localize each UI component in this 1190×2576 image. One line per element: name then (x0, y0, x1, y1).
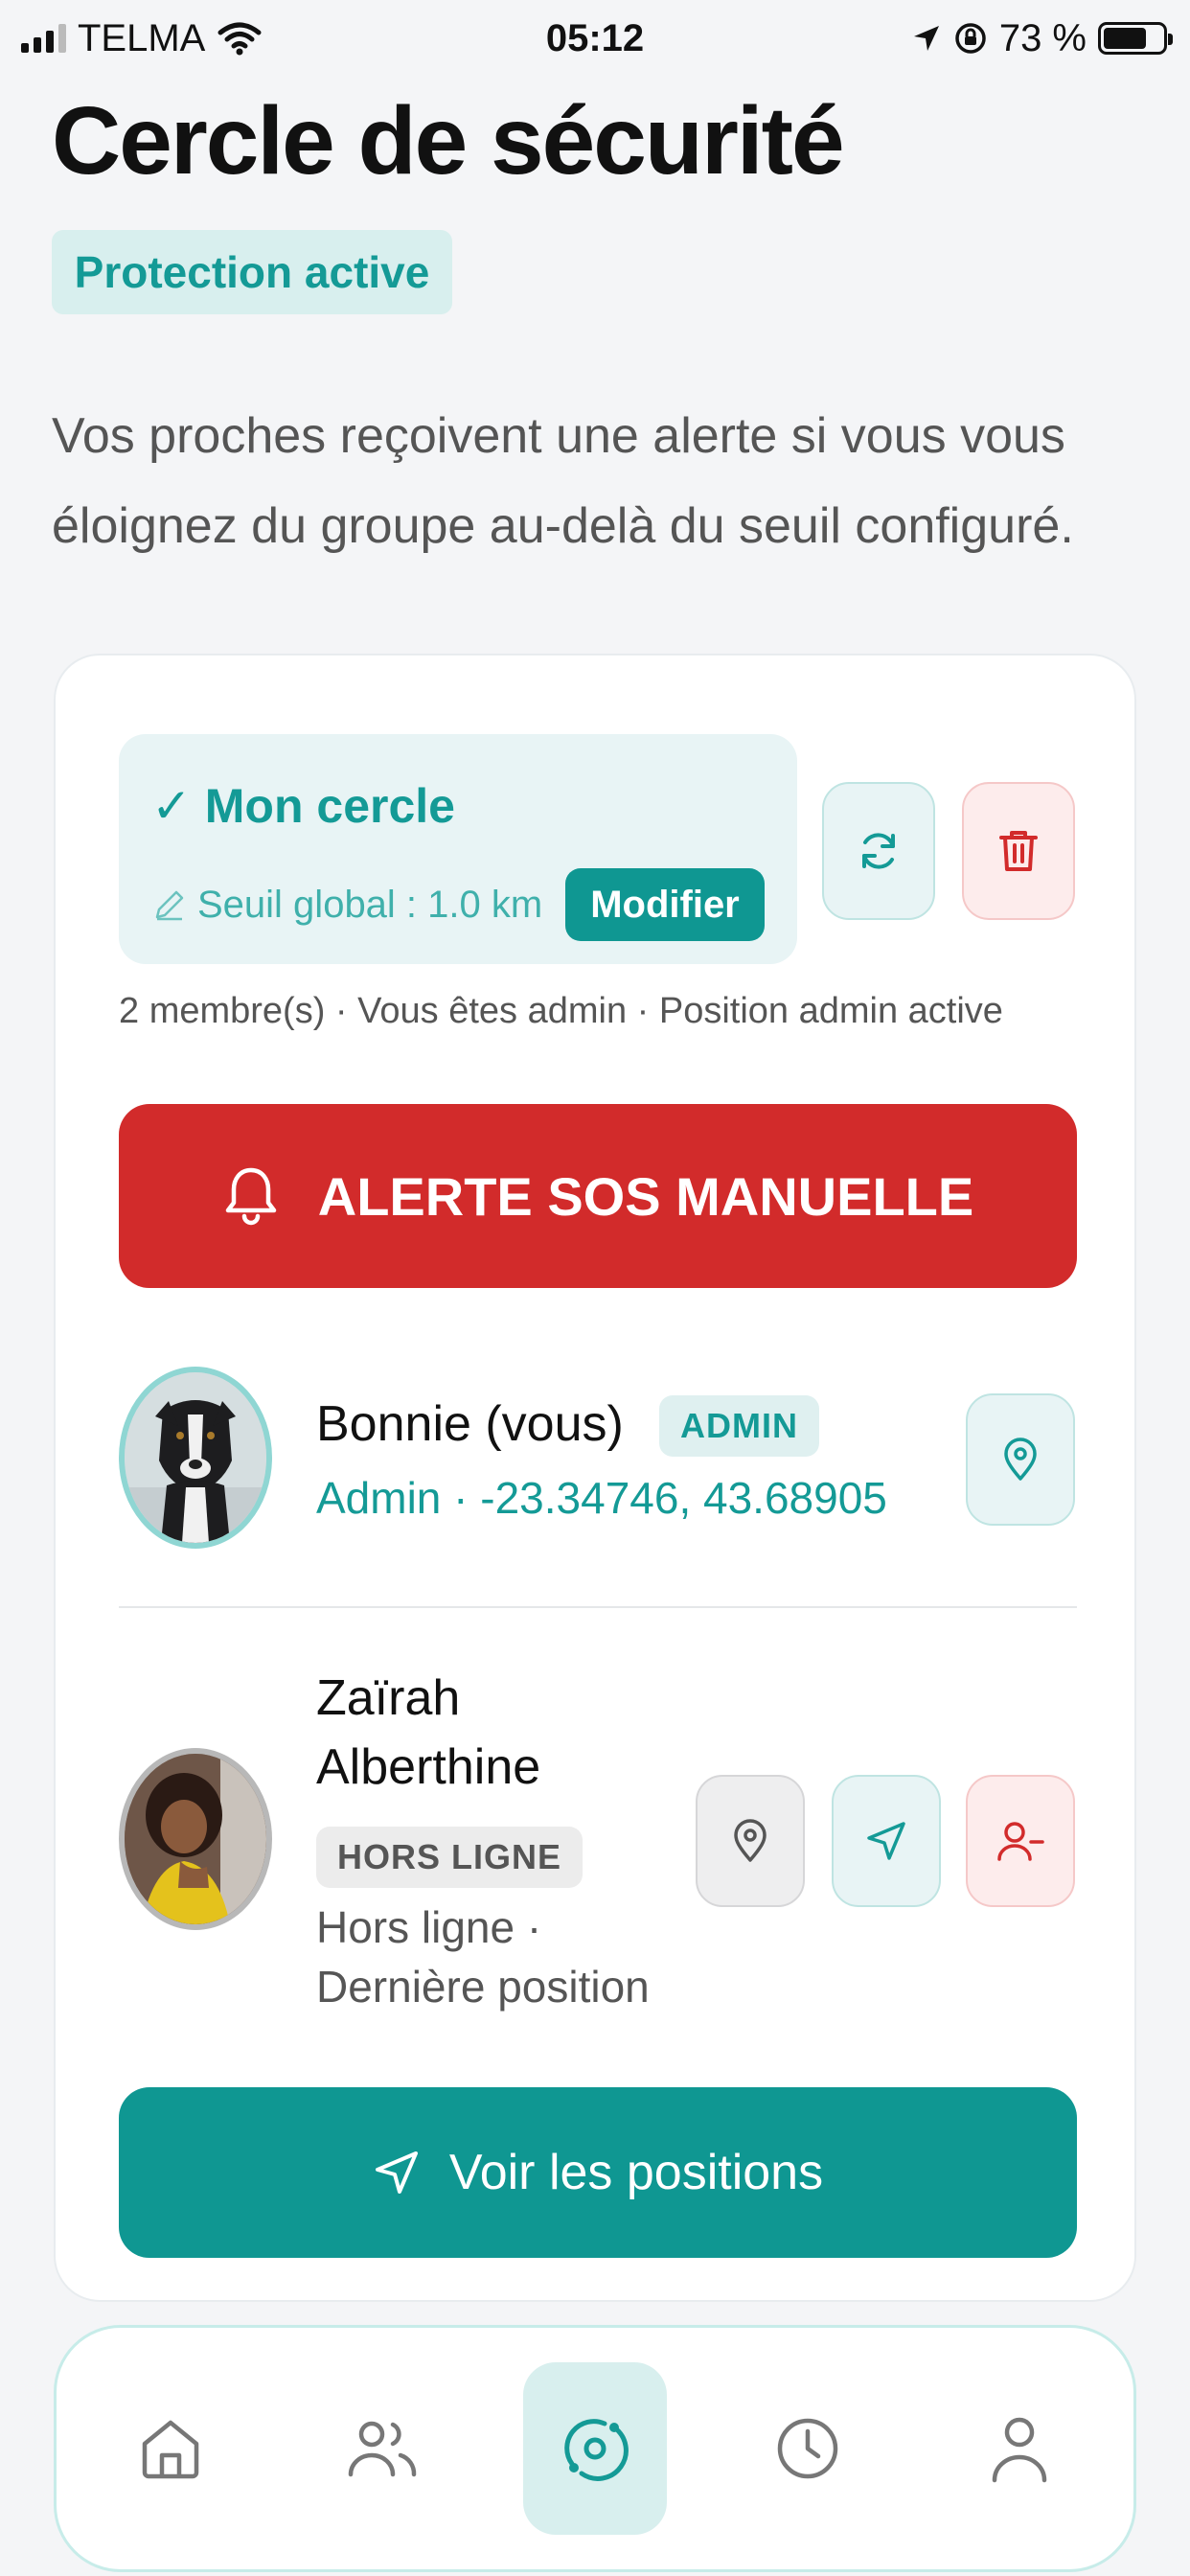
users-icon (348, 2421, 416, 2477)
offline-badge: HORS LIGNE (316, 1827, 584, 1888)
member-divider (119, 1606, 1077, 1608)
view-positions-button[interactable]: Voir les positions (119, 2087, 1077, 2258)
trash-icon (999, 831, 1038, 871)
navigate-to-member-button[interactable] (832, 1775, 941, 1907)
member-status-line2: Dernière position (316, 1962, 650, 2012)
sos-alert-button[interactable]: ALERTE SOS MANUELLE (119, 1104, 1077, 1288)
threshold-label: Seuil global : 1.0 km (197, 883, 543, 926)
user-icon (992, 2417, 1047, 2483)
page-title: Cercle de sécurité (52, 87, 845, 195)
nav-circle[interactable] (523, 2362, 667, 2535)
member-name: Bonnie (vous) (316, 1396, 624, 1452)
signal-icon (21, 24, 66, 53)
navigation-icon (375, 2151, 418, 2194)
bottom-nav (54, 2325, 1136, 2572)
avatar-zairah (119, 1748, 272, 1930)
circle-orbit-icon (564, 2419, 629, 2481)
threshold-row: Seuil global : 1.0 km Modifier (151, 868, 765, 941)
member-name-line2: Alberthine (316, 1739, 541, 1795)
home-icon (142, 2420, 199, 2479)
nav-profile[interactable] (948, 2362, 1091, 2535)
nav-home[interactable] (99, 2362, 242, 2535)
dog-photo (125, 1372, 266, 1543)
delete-circle-button[interactable] (962, 782, 1075, 920)
sos-label: ALERTE SOS MANUELLE (317, 1165, 974, 1227)
map-pin-icon (734, 1819, 767, 1862)
locate-member-button[interactable] (966, 1393, 1075, 1526)
carrier-label: TELMA (78, 16, 206, 59)
nav-contacts[interactable] (311, 2362, 455, 2535)
navigation-icon (867, 1822, 905, 1860)
member-name-line1: Zaïrah (316, 1670, 461, 1726)
circle-card: ✓ Mon cercle Seuil global : 1.0 km Modif… (54, 654, 1136, 2302)
child-photo (125, 1754, 266, 1924)
member-subtitle: Admin · -23.34746, 43.68905 (316, 1473, 887, 1523)
location-arrow-icon (913, 26, 939, 51)
pencil-icon (155, 890, 184, 921)
locate-member-button[interactable] (696, 1775, 805, 1907)
view-positions-label: Voir les positions (448, 2145, 824, 2200)
clock-time: 05:12 (545, 16, 645, 59)
battery-icon (1098, 22, 1173, 55)
battery-percent: 73 % (998, 16, 1087, 59)
status-right: 73 % (911, 16, 1173, 60)
nav-history[interactable] (736, 2362, 880, 2535)
orientation-lock-icon (955, 23, 986, 54)
circle-name: ✓ Mon cercle (151, 779, 455, 833)
intro-text: Vos proches reçoivent une alerte si vous… (52, 408, 1074, 554)
member-status-line1: Hors ligne · (316, 1902, 542, 1952)
remove-user-icon (997, 1822, 1044, 1861)
clock-icon (777, 2418, 837, 2479)
circle-info-box: ✓ Mon cercle Seuil global : 1.0 km Modif… (119, 734, 797, 964)
avatar-bonnie (119, 1367, 272, 1549)
status-bar: TELMA 05:12 73 % (0, 0, 1190, 77)
map-pin-icon (1004, 1438, 1037, 1481)
refresh-circle-button[interactable] (822, 782, 935, 920)
wifi-icon (217, 22, 262, 56)
modify-threshold-button[interactable]: Modifier (565, 868, 765, 941)
circle-meta-text: 2 membre(s) · Vous êtes admin · Position… (119, 991, 1003, 1031)
bell-icon (225, 1167, 277, 1226)
remove-member-button[interactable] (966, 1775, 1075, 1907)
admin-badge: ADMIN (659, 1395, 819, 1457)
protection-status-badge: Protection active (52, 230, 452, 314)
refresh-icon (862, 833, 895, 869)
status-left: TELMA (21, 17, 263, 60)
